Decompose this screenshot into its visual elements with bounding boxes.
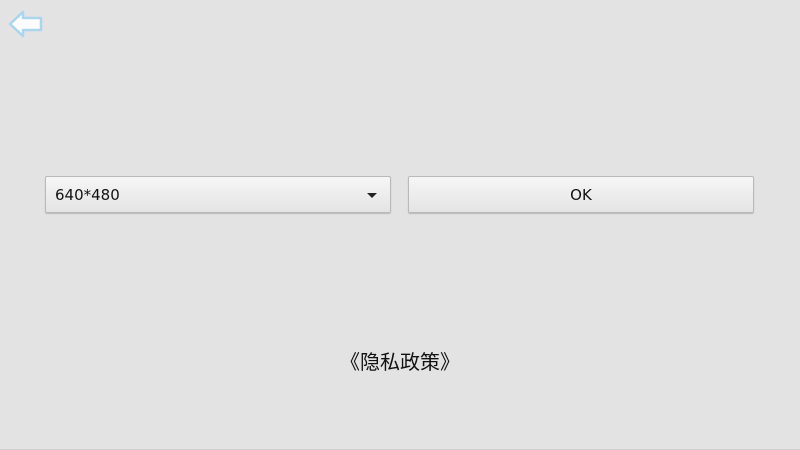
resolution-selected-value: 640*480: [55, 186, 120, 204]
ok-button[interactable]: OK: [408, 176, 754, 213]
ok-button-label: OK: [570, 185, 592, 204]
resolution-dropdown[interactable]: 640*480: [45, 176, 391, 213]
arrow-left-icon: [8, 10, 43, 38]
caret-down-icon: [367, 193, 377, 198]
privacy-policy-link[interactable]: 《隐私政策》: [0, 350, 800, 374]
back-button[interactable]: [6, 8, 46, 40]
